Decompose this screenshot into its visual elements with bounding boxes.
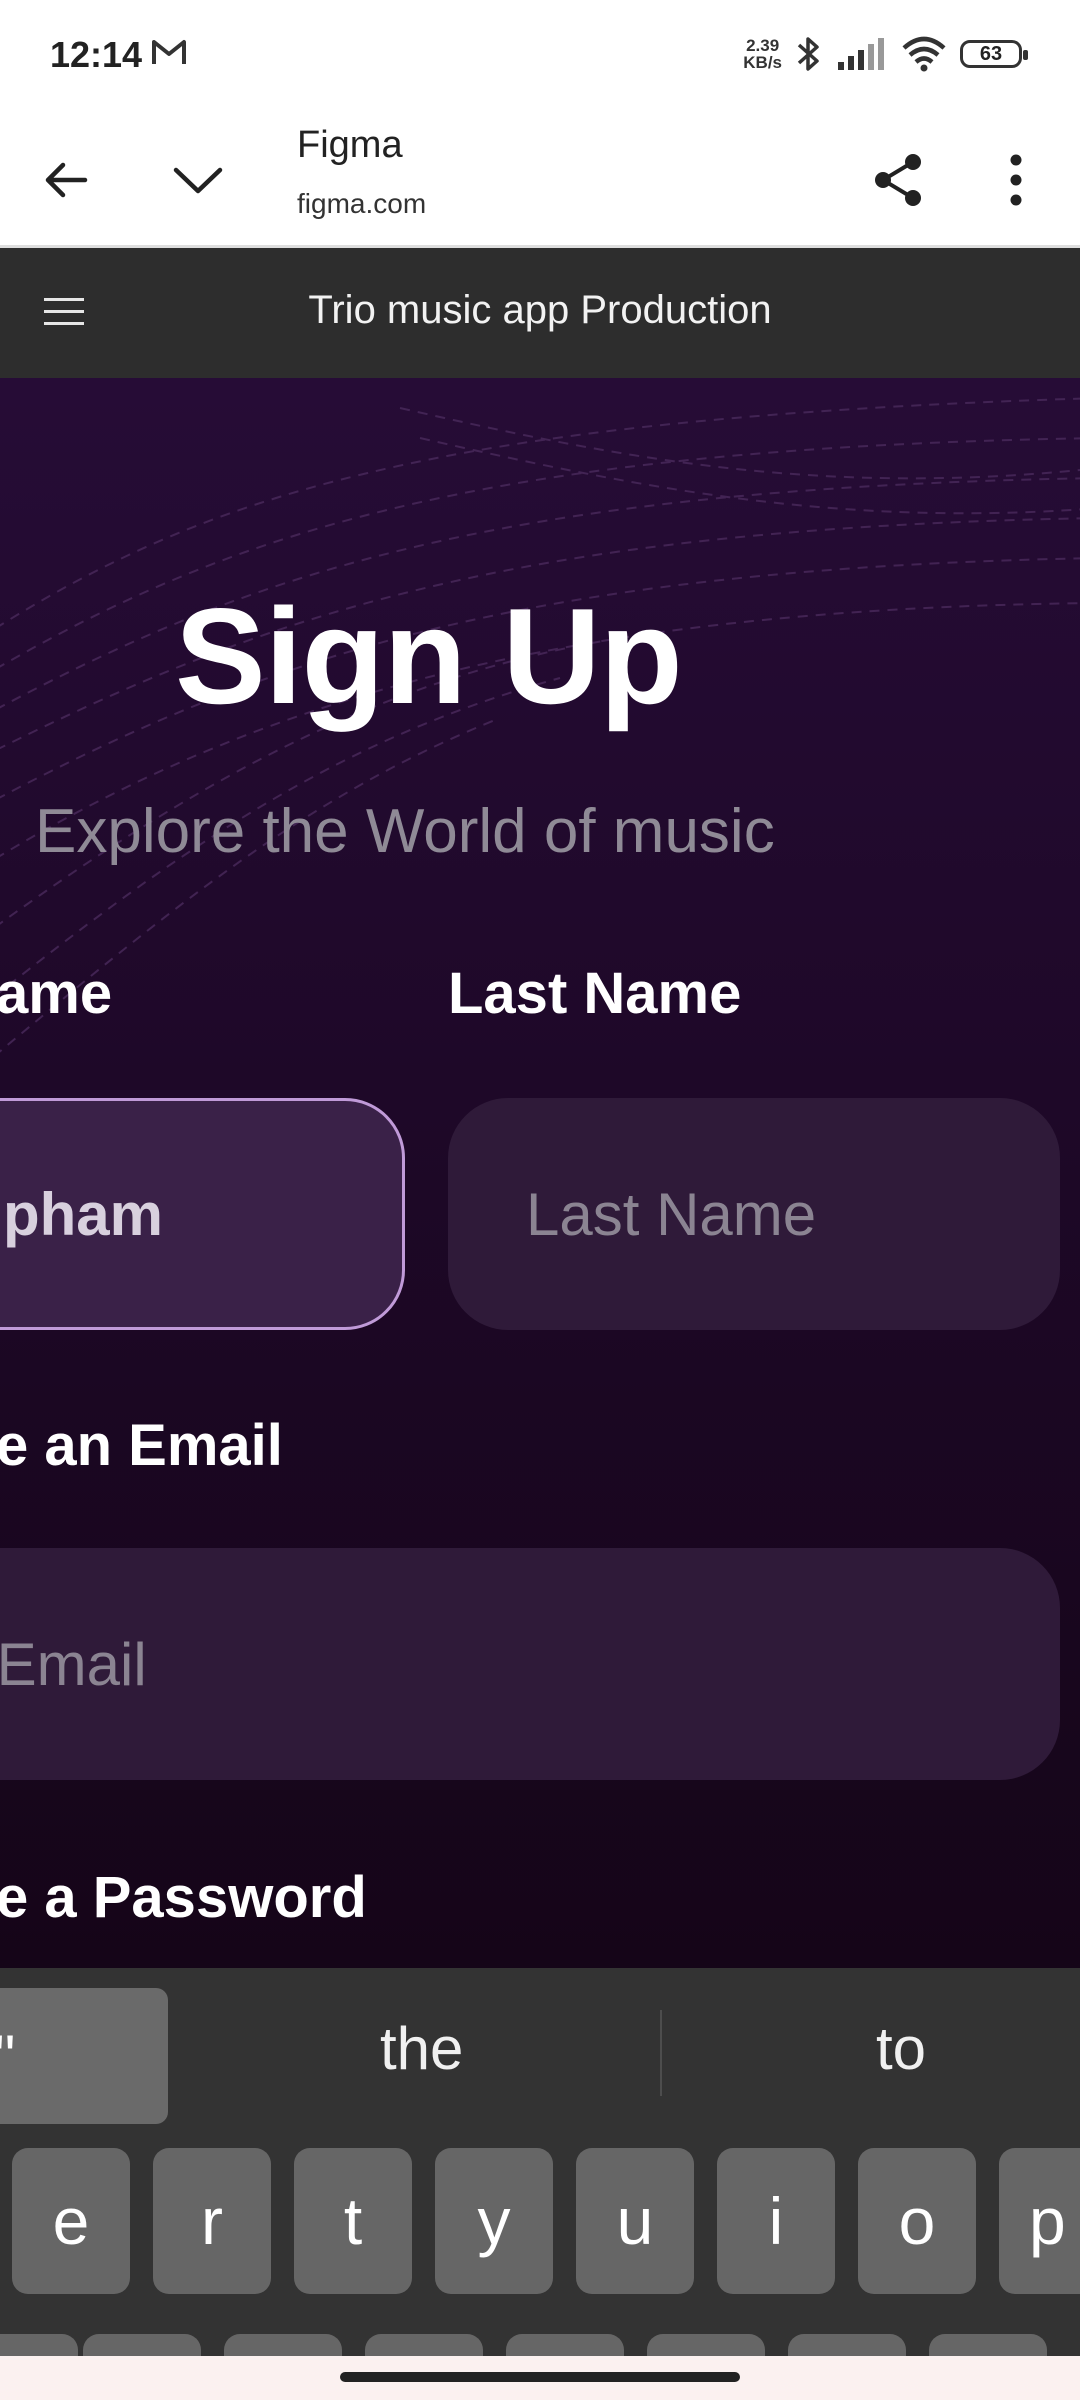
email-field[interactable]: r Email bbox=[0, 1548, 1060, 1780]
email-label: e an Email bbox=[0, 1413, 283, 1478]
key-p[interactable]: p bbox=[999, 2148, 1080, 2294]
gesture-nav-bar bbox=[0, 2356, 1080, 2400]
last-name-placeholder: Last Name bbox=[526, 1180, 817, 1248]
key-e[interactable]: e bbox=[12, 2148, 130, 2294]
share-icon bbox=[875, 154, 921, 206]
more-options-button[interactable] bbox=[986, 150, 1046, 210]
wifi-icon bbox=[902, 36, 946, 72]
first-name-value: pham bbox=[3, 1180, 164, 1248]
keyboard-suggestion-chip[interactable]: " bbox=[0, 1988, 168, 2124]
status-icons: 2.39 KB/s 63 bbox=[743, 34, 1028, 74]
key-y[interactable]: y bbox=[435, 2148, 553, 2294]
email-placeholder: r Email bbox=[0, 1630, 147, 1698]
bluetooth-icon bbox=[797, 37, 819, 71]
network-speed-unit: KB/s bbox=[743, 53, 782, 72]
minimize-button[interactable] bbox=[168, 150, 228, 210]
signup-subheading: Explore the World of music bbox=[35, 797, 775, 866]
gmail-icon bbox=[152, 40, 186, 64]
network-speed-value: 2.39 bbox=[746, 36, 780, 55]
password-label: e a Password bbox=[0, 1865, 367, 1930]
signal-icon bbox=[838, 38, 884, 70]
first-name-label: ame bbox=[0, 961, 113, 1026]
key-t[interactable]: t bbox=[294, 2148, 412, 2294]
key-o[interactable]: o bbox=[858, 2148, 976, 2294]
key-u[interactable]: u bbox=[576, 2148, 694, 2294]
keyboard-suggestion[interactable]: to bbox=[876, 2014, 926, 2083]
signup-screen: Sign Up Explore the World of music ame L… bbox=[0, 378, 1080, 1968]
figma-prototype-header: Trio music app Production bbox=[0, 248, 1080, 378]
suggestion-divider bbox=[660, 2010, 662, 2096]
battery-indicator: 63 bbox=[960, 40, 1028, 68]
status-bar: 12:14 2.39 KB/s 63 bbox=[0, 0, 1080, 112]
figma-file-title: Trio music app Production bbox=[308, 288, 772, 332]
page-title: Figma bbox=[297, 124, 403, 166]
home-gesture-handle[interactable] bbox=[340, 2372, 740, 2382]
more-vertical-icon bbox=[1010, 154, 1022, 206]
key-i[interactable]: i bbox=[717, 2148, 835, 2294]
soft-keyboard: " the to e r t y u i o p bbox=[0, 1968, 1080, 2400]
key-r[interactable]: r bbox=[153, 2148, 271, 2294]
signup-heading: Sign Up bbox=[175, 580, 683, 732]
last-name-label: Last Name bbox=[448, 961, 742, 1026]
arrow-left-icon bbox=[45, 162, 88, 198]
last-name-field[interactable]: Last Name bbox=[448, 1098, 1060, 1330]
keyboard-suggestion[interactable]: the bbox=[380, 2014, 463, 2083]
chevron-down-icon bbox=[173, 167, 223, 194]
share-button[interactable] bbox=[868, 150, 928, 210]
browser-toolbar: Figma figma.com bbox=[0, 112, 1080, 248]
back-button[interactable] bbox=[36, 150, 96, 210]
page-url: figma.com bbox=[297, 188, 427, 219]
status-time: 12:14 bbox=[50, 34, 143, 75]
first-name-field[interactable]: pham bbox=[0, 1098, 405, 1330]
network-speed: 2.39 KB/s bbox=[743, 37, 782, 71]
